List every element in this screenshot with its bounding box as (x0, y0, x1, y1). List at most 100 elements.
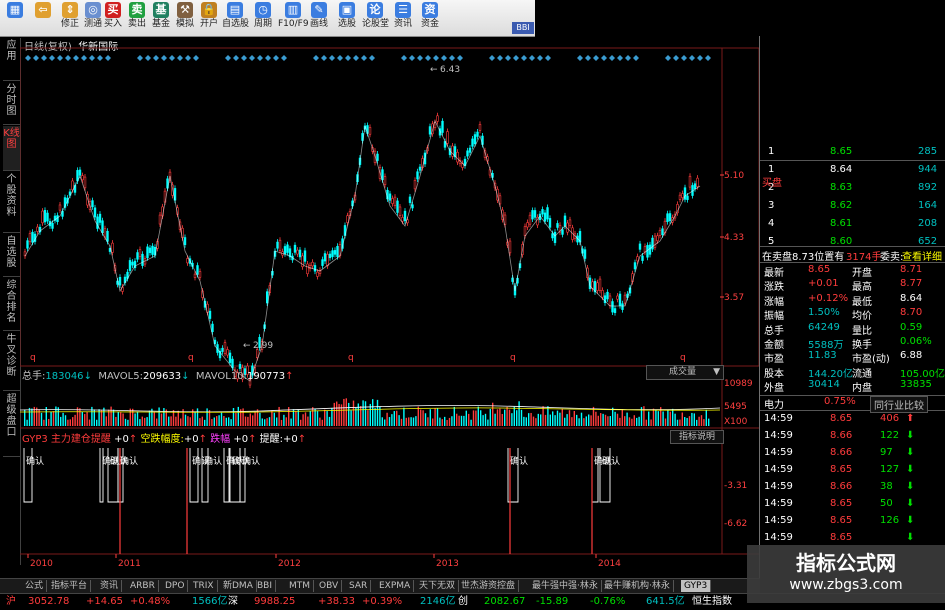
bbi-tag[interactable]: BBI (512, 22, 534, 34)
toolbar-button-论股堂[interactable]: 论论股堂 (362, 1, 389, 35)
toolbar-button-修正[interactable]: ⇕ 修正 (58, 1, 82, 35)
industry-compare-button[interactable]: 同行业比较 (870, 396, 928, 413)
volume-bar (273, 412, 275, 426)
volume-bar (304, 412, 307, 426)
indicator-tab-3[interactable]: ARBR (127, 580, 159, 592)
indicator-tab-7[interactable]: BBI (254, 580, 277, 592)
indicator-tab-8[interactable]: MTM (286, 580, 315, 592)
indicator-tab-13[interactable]: 世杰游资控盘 (458, 580, 520, 592)
view-detail-link[interactable]: 查看详细 (902, 248, 942, 263)
order-info-text: 在卖盘8.73位置有 (762, 252, 845, 263)
year-axis-label: 2014 (598, 559, 621, 569)
toolbar-button-选股[interactable]: ▣ 选股 (334, 1, 360, 35)
left-tab-3[interactable]: 个股资料 (3, 172, 20, 233)
cy-label: 创 (458, 596, 468, 607)
candlestick (81, 175, 84, 181)
indicator-tab-16[interactable]: GYP3 (681, 580, 712, 592)
volume-bar (705, 409, 707, 426)
left-tab-1[interactable]: 分时图 (3, 82, 20, 125)
volume-bar (619, 417, 621, 426)
volume-bar (307, 416, 309, 426)
tick-volume: 38 (880, 481, 893, 492)
chevron-down-icon: ▼ (713, 367, 720, 377)
indicator-tab-14[interactable]: 最牛强中强·林永 (529, 580, 602, 592)
volume-bar (542, 406, 544, 426)
toolbar-button-label: 卖出 (127, 19, 146, 29)
toolbar-button-home[interactable]: ▦ (2, 1, 28, 35)
tick-price: 8.65 (830, 532, 853, 543)
volume-bar (669, 411, 671, 426)
indicator-label-2: 空跌幅度: (140, 434, 184, 445)
candlestick (561, 229, 564, 235)
left-tab-4[interactable]: 自选股 (3, 234, 20, 277)
event-marker-diamond (577, 55, 583, 61)
left-tab-6[interactable]: 牛叉诊断 (3, 332, 20, 391)
left-tab-5[interactable]: 综合排名 (3, 278, 20, 331)
volume-bar (429, 409, 431, 426)
event-marker-diamond (425, 55, 431, 61)
toolbar-button-周期[interactable]: ◷ 周期 (250, 1, 276, 35)
candlestick (303, 250, 307, 262)
indicator-tab-1[interactable]: 指标平台 (48, 580, 92, 592)
candlestick (321, 259, 324, 266)
toolbar-button-画线[interactable]: ✎ 画线 (306, 1, 332, 35)
volume-bar (187, 416, 189, 426)
indicator-tab-5[interactable]: TRIX (190, 580, 218, 592)
left-tab-0[interactable]: 应用 (3, 38, 20, 81)
volume-bar (458, 415, 460, 426)
indicator-tab-12[interactable]: 天下无双 (416, 580, 460, 592)
moving-average-line (24, 119, 701, 382)
indicator-name[interactable]: GYP3 主力建仓提醒 (22, 434, 111, 445)
candlestick (388, 193, 392, 201)
toolbar-button-模拟[interactable]: ⚒ 模拟 (174, 1, 196, 35)
volume-bar (684, 417, 686, 426)
stat-label: 最新 (764, 268, 784, 279)
toolbar-button-back-arrow[interactable]: ⇦ (30, 1, 56, 35)
stat-value: 33835 (900, 379, 932, 391)
toolbar-button-资讯[interactable]: ☰ 资讯 (390, 1, 416, 35)
candlestick (696, 177, 699, 187)
volume-bar (573, 410, 575, 426)
toolbar-button-买入[interactable]: 买买入 (102, 1, 124, 35)
event-marker-diamond (617, 55, 623, 61)
volume-bar (244, 416, 247, 426)
left-tab-2[interactable]: K线图 (3, 126, 20, 171)
candlestick (141, 253, 144, 266)
toolbar-button-基金[interactable]: 基基金 (150, 1, 172, 35)
toolbar-button-卖出[interactable]: 卖卖出 (126, 1, 148, 35)
indicator-tab-4[interactable]: DPO (162, 580, 189, 592)
indicator-tab-2[interactable]: 资讯 (97, 580, 123, 592)
toolbar-button-自选股[interactable]: ▤ 自选股 (222, 1, 249, 35)
toolbar-button-F10/F9[interactable]: ▥ F10/F9 (278, 1, 309, 35)
volume-bar (357, 403, 359, 426)
hs-label[interactable]: 恒生指数 (692, 594, 732, 610)
indicator-tab-6[interactable]: 新DMA (220, 580, 257, 592)
volume-bar (237, 406, 239, 426)
volume-bar (360, 406, 362, 426)
indicator-tab-9[interactable]: OBV (316, 580, 343, 592)
indicator-tab-11[interactable]: EXPMA (376, 580, 415, 592)
tick-volume: 406 (880, 413, 900, 424)
tick-price: 8.65 (830, 464, 853, 475)
volume-bar (156, 418, 158, 426)
toolbar-button-测通[interactable]: ◎ 测通 (82, 1, 104, 35)
volume-bar (501, 413, 503, 426)
toolbar-button-label: 周期 (253, 19, 272, 29)
event-marker-diamond (193, 55, 199, 61)
order-volume: 285 (918, 146, 938, 157)
candlestick (298, 249, 302, 258)
volume-bar (158, 407, 160, 426)
indicator-tab-0[interactable]: 公式 (22, 580, 48, 592)
event-marker-diamond (225, 55, 231, 61)
toolbar-button-开户[interactable]: 🔒 开户 (198, 1, 220, 35)
indicator-help-button[interactable]: 指标说明 (670, 430, 724, 444)
toolbar-button-资金[interactable]: 资资金 (418, 1, 442, 35)
volume-bar (266, 418, 268, 426)
sz-label: 深 (228, 596, 238, 607)
indicator-tab-10[interactable]: SAR (346, 580, 372, 592)
event-marker-diamond (593, 55, 599, 61)
kline-chart-area[interactable]: 5.104.333.57← 6.43← 2.99q q q q q109895495X100… (20, 36, 760, 578)
left-tab-7[interactable]: 超级盘口 (3, 392, 20, 457)
indicator-tab-15[interactable]: 最牛赚机构·林永 (601, 580, 674, 592)
volume-indicator-select[interactable]: 成交量 ▼ (646, 365, 724, 380)
